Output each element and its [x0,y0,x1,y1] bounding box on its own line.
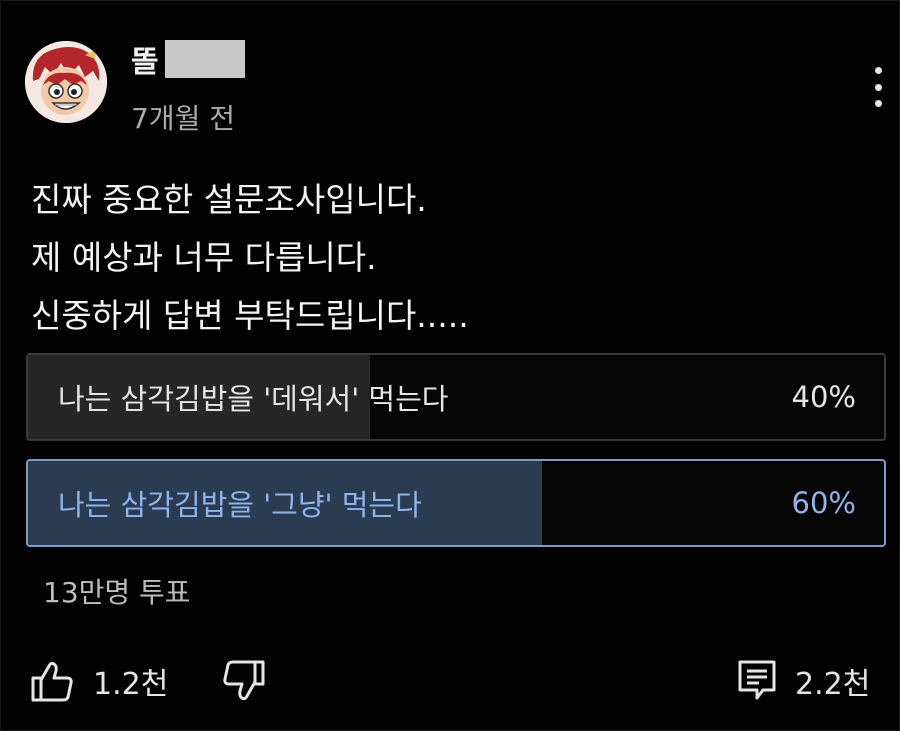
dislike-button[interactable] [221,651,267,711]
poll-option-label: 나는 삼각김밥을 '그냥' 먹는다 [58,488,422,522]
author-name[interactable]: 똘 [131,37,159,81]
poll-option-1[interactable]: 나는 삼각김밥을 '데워서' 먹는다 40% [26,353,886,441]
more-options-button[interactable] [863,63,893,111]
poll-option-label: 나는 삼각김밥을 '데워서' 먹는다 [58,382,449,416]
poll-vote-count: 13만명 투표 [43,576,191,609]
like-count: 1.2천 [93,667,169,702]
like-button[interactable]: 1.2천 [29,651,168,711]
community-post: 똘 7개월 전 진짜 중요한 설문조사입니다. 제 예상과 너무 다릅니다. 신… [0,0,900,731]
comment-count: 2.2천 [795,667,871,702]
redacted-name-box [164,40,245,78]
comments-button[interactable]: 2.2천 [737,651,870,711]
poll-option-percent: 40% [791,380,856,414]
more-vertical-icon-dot [874,100,882,107]
poll-option-percent: 60% [791,486,856,520]
comment-icon [738,660,776,700]
thumbs-down-icon [223,660,265,701]
cartoon-avatar-image [25,41,107,123]
post-body: 진짜 중요한 설문조사입니다. 제 예상과 너무 다릅니다. 신중하게 답변 부… [31,180,469,335]
poll-option-2[interactable]: 나는 삼각김밥을 '그냥' 먹는다 60% [26,459,886,547]
author-row: 똘 [131,37,245,81]
more-vertical-icon-dot [874,67,882,74]
thumbs-up-icon [31,661,73,702]
post-time: 7개월 전 [131,102,235,135]
author-avatar[interactable] [25,41,107,123]
action-bar: 1.2천 2.2천 [1,651,900,711]
more-vertical-icon-dot [874,83,882,91]
